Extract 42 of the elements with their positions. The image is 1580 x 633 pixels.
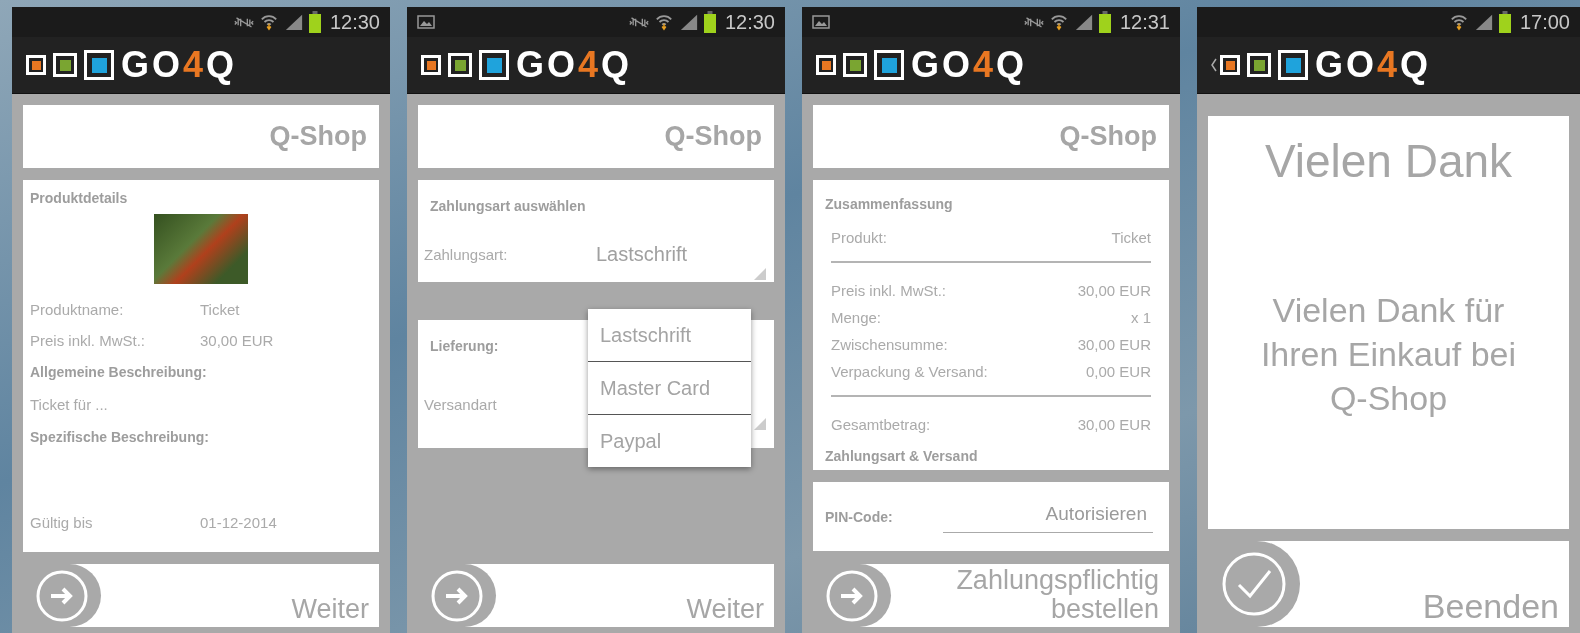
field-value: 0,00 EUR xyxy=(1085,363,1151,380)
app-logo: GO4Q xyxy=(516,47,633,83)
field-label: Gültig bis xyxy=(30,514,94,531)
app-logo: GO4Q xyxy=(911,47,1028,83)
field-value: x 1 xyxy=(1131,309,1151,326)
clock-time: 17:00 xyxy=(1519,10,1570,34)
field-label: Versandart xyxy=(424,395,498,413)
clock-time: 12:31 xyxy=(1119,10,1170,34)
shop-title: Q-Shop xyxy=(269,121,367,152)
card-title: Zusammenfassung xyxy=(825,196,954,212)
card-title: Lieferung: xyxy=(430,338,500,354)
field-label: Verpackung & Versand: xyxy=(831,363,988,380)
field-value: Ticket xyxy=(200,301,240,318)
field-value: 30,00 EUR xyxy=(200,332,274,349)
section-heading: Spezifische Beschreibung: xyxy=(30,428,210,447)
clock-time: 12:30 xyxy=(724,10,775,34)
section-heading: Zahlungsart & Versand xyxy=(825,448,979,464)
field-label: PIN-Code: xyxy=(825,508,894,525)
field-label: Zahlungsart: xyxy=(424,245,509,263)
app-logo: GO4Q xyxy=(121,47,238,83)
section-heading: Allgemeine Beschreibung: xyxy=(30,363,208,382)
field-value: 30,00 EUR xyxy=(1077,282,1151,299)
shop-title: Q-Shop xyxy=(664,121,762,152)
shop-title: Q-Shop xyxy=(1059,121,1157,152)
field-value: 30,00 EUR xyxy=(1077,416,1151,433)
field-value: Ticket xyxy=(1111,229,1151,246)
field-label: Preis inkl. MwSt.: xyxy=(30,332,147,349)
field-label: Preis inkl. MwSt.: xyxy=(831,282,947,299)
thank-you-message: Vielen Dank für Ihren Einkauf bei Q-Shop xyxy=(1259,290,1518,420)
app-logo: GO4Q xyxy=(1315,47,1432,83)
clock-time: 12:30 xyxy=(329,10,380,34)
card-title: Zahlungsart auswählen xyxy=(430,198,587,214)
field-label: Gesamtbetrag: xyxy=(831,416,931,433)
field-label: Menge: xyxy=(831,309,882,326)
field-value: 30,00 EUR xyxy=(1077,336,1151,353)
field-label: Zwischensumme: xyxy=(831,336,948,353)
field-label: Produktname: xyxy=(30,301,125,318)
field-value: 01-12-2014 xyxy=(200,514,277,531)
field-label: Produkt: xyxy=(831,229,887,246)
description-text: Ticket für ... xyxy=(30,395,109,415)
thank-you-title: Vielen Dank xyxy=(1264,134,1513,188)
card-title: Produktdetails xyxy=(30,190,129,206)
